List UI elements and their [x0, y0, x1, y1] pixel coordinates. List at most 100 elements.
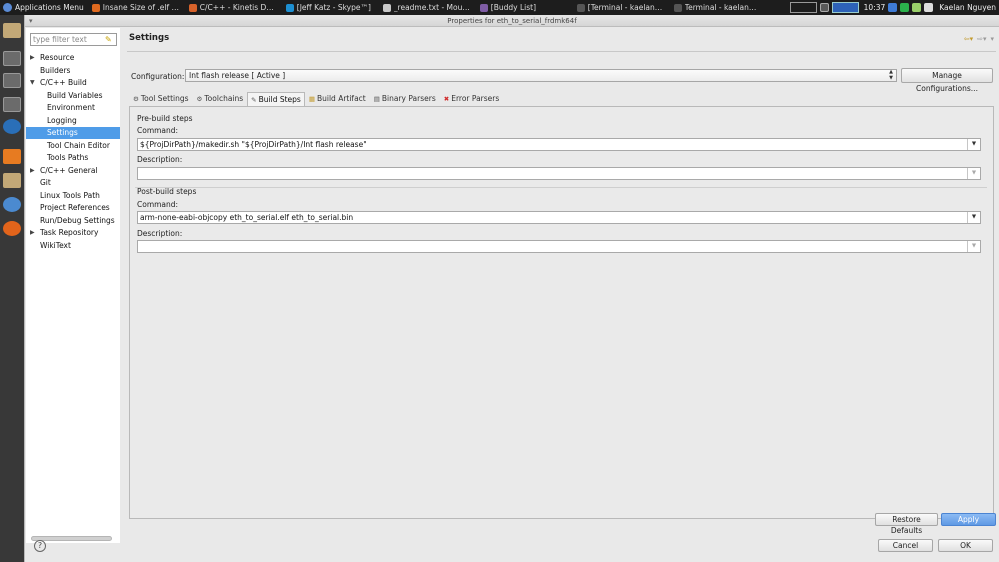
postbuild-command-label: Command:: [137, 200, 179, 209]
build-steps-panel: Pre-build steps Command: ${ProjDirPath}/…: [129, 106, 994, 519]
xfce-logo-icon: [3, 3, 12, 12]
taskbar-item[interactable]: [Jeff Katz - Skype™]: [282, 0, 379, 15]
forward-arrow-icon[interactable]: ⇨▾: [977, 35, 986, 43]
network-icon[interactable]: [888, 3, 898, 12]
tree-item-label: Git: [40, 178, 51, 187]
filter-placeholder: type filter text: [33, 35, 87, 44]
postbuild-command-input[interactable]: arm-none-eabi-objcopy eth_to_serial.elf …: [137, 211, 981, 224]
applications-menu[interactable]: Applications Menu: [0, 0, 88, 15]
tree-item[interactable]: Project References: [26, 202, 120, 214]
select-spinner-icon: ▲ ▼: [889, 69, 893, 81]
tree-item[interactable]: Build Variables: [26, 90, 120, 102]
window-icon[interactable]: [3, 97, 21, 112]
back-arrow-icon[interactable]: ⇦▾: [964, 35, 973, 43]
search-icon[interactable]: [3, 119, 21, 134]
taskbar-item[interactable]: C/C++ - Kinetis Desig...: [185, 0, 282, 15]
chevron-down-icon[interactable]: ▼: [967, 168, 980, 179]
manage-configurations-button[interactable]: Manage Configurations...: [901, 68, 993, 93]
tab-build-steps[interactable]: ✎ Build Steps: [247, 92, 305, 107]
chevron-right-icon[interactable]: ▶: [30, 165, 35, 177]
tree-item[interactable]: Run/Debug Settings: [26, 215, 120, 227]
view-menu-icon[interactable]: ▾: [990, 35, 994, 43]
taskbar-item[interactable]: _readme.txt - Mousep...: [379, 0, 476, 15]
filter-input[interactable]: type filter text ✎: [30, 33, 117, 46]
thunderbird-icon[interactable]: [3, 197, 21, 212]
chevron-right-icon[interactable]: ▶: [30, 227, 35, 239]
tree-item[interactable]: Builders: [26, 65, 120, 77]
postbuild-command-value: arm-none-eabi-objcopy eth_to_serial.elf …: [140, 213, 354, 222]
workspace-switcher-icon[interactable]: [819, 3, 829, 12]
window-icon[interactable]: [3, 51, 21, 66]
update-icon[interactable]: [900, 3, 910, 12]
postbuild-group-title: Post-build steps: [137, 187, 197, 196]
firefox-icon[interactable]: [3, 221, 21, 236]
configuration-select[interactable]: Int flash release [ Active ] ▲ ▼: [185, 69, 897, 82]
cancel-button[interactable]: Cancel: [878, 539, 933, 552]
postbuild-description-input[interactable]: ▼: [137, 240, 981, 253]
tree-item[interactable]: WikiText: [26, 240, 120, 252]
taskbar-item-label: [Buddy List]: [490, 3, 537, 12]
tree-item-label: Tools Paths: [47, 153, 89, 162]
tree-item-label: Tool Chain Editor: [47, 140, 110, 150]
tree-item[interactable]: ▶ Task Repository: [26, 227, 120, 239]
configuration-label: Configuration:: [131, 72, 185, 81]
build-artifact-icon: ▦: [308, 95, 315, 103]
clock[interactable]: 10:37: [864, 3, 886, 12]
chevron-down-icon[interactable]: ▼: [967, 241, 980, 252]
tree-item-label: Builders: [40, 65, 71, 75]
tree-item[interactable]: Settings: [26, 127, 120, 139]
taskbar-item[interactable]: Terminal - kaelan@ka...: [670, 0, 767, 15]
sublime-text-icon[interactable]: [3, 149, 21, 164]
chevron-down-icon[interactable]: ▼: [30, 77, 35, 89]
tree-item-label: Resource: [40, 53, 75, 62]
workspace-1[interactable]: [789, 2, 817, 13]
tree-item[interactable]: Environment: [26, 102, 120, 114]
tree-item[interactable]: ▶ C/C++ General: [26, 165, 120, 177]
checkmark-icon[interactable]: [912, 3, 922, 12]
tab-bar: ⚙ Tool Settings ⚙ Toolchains ✎ Build Steps ▦ Bu…: [129, 92, 504, 107]
taskbar-item[interactable]: [Buddy List]: [476, 0, 573, 15]
tree-item[interactable]: Git: [26, 177, 120, 189]
tree-item[interactable]: Logging: [26, 115, 120, 127]
property-page-tree: type filter text ✎ ▶ Resource Builders ▼ C/C…: [26, 28, 120, 543]
tree-item-label: Settings: [47, 128, 78, 137]
taskbar-item[interactable]: Insane Size of .elf Ou...: [88, 0, 185, 15]
mail-icon[interactable]: [924, 3, 934, 12]
home-folder-icon[interactable]: [3, 23, 21, 38]
tab-tool-settings[interactable]: ⚙ Tool Settings: [129, 92, 193, 106]
settings-page: Settings ⇦▾ ⇨▾ ▾ Configuration: Int flas…: [127, 28, 996, 523]
tab-toolchains[interactable]: ⚙ Toolchains: [193, 92, 248, 106]
tree-item[interactable]: Tools Paths: [26, 152, 120, 164]
chevron-down-icon[interactable]: ▼: [967, 139, 980, 150]
workspace-2[interactable]: [831, 2, 859, 13]
taskbar: Insane Size of .elf Ou... C/C++ - Kinetis…: [88, 0, 767, 15]
tree-item-label: C/C++ Build: [40, 78, 87, 87]
tree-item[interactable]: ▼ C/C++ Build: [26, 77, 120, 89]
help-icon[interactable]: ?: [34, 540, 46, 552]
taskbar-item[interactable]: [Terminal - kaelan@k...: [573, 0, 670, 15]
restore-defaults-button[interactable]: Restore Defaults: [875, 513, 938, 535]
prebuild-command-input[interactable]: ${ProjDirPath}/makedir.sh "${ProjDirPath…: [137, 138, 981, 151]
chevron-right-icon[interactable]: ▶: [30, 52, 35, 64]
ok-button[interactable]: OK: [938, 539, 993, 552]
window-menu-icon[interactable]: ▾: [29, 15, 33, 27]
tab-build-artifact[interactable]: ▦ Build Artifact: [305, 92, 370, 106]
tree-item[interactable]: ▶ Resource: [26, 52, 120, 64]
tab-error-parsers[interactable]: ✖ Error Parsers: [440, 92, 504, 106]
configuration-value: Int flash release [ Active ]: [189, 71, 286, 80]
tab-label: Tool Settings: [140, 94, 189, 103]
tree-item[interactable]: Linux Tools Path: [26, 190, 120, 202]
folder-icon[interactable]: [3, 173, 21, 188]
user-name[interactable]: Kaelan Nguyen: [939, 3, 996, 12]
tree-item-label: Build Variables: [47, 90, 103, 100]
apply-button[interactable]: Apply: [941, 513, 996, 526]
chevron-down-icon[interactable]: ▼: [967, 212, 980, 223]
clear-filter-icon[interactable]: ✎: [105, 35, 114, 44]
page-navigation: ⇦▾ ⇨▾ ▾: [964, 35, 994, 43]
eclipse-icon: [188, 3, 197, 12]
tab-label: Build Steps: [258, 95, 301, 104]
prebuild-description-input[interactable]: ▼: [137, 167, 981, 180]
window-icon[interactable]: [3, 73, 21, 88]
tree-item[interactable]: Tool Chain Editor: [26, 140, 120, 152]
tab-binary-parsers[interactable]: ▤ Binary Parsers: [370, 92, 440, 106]
